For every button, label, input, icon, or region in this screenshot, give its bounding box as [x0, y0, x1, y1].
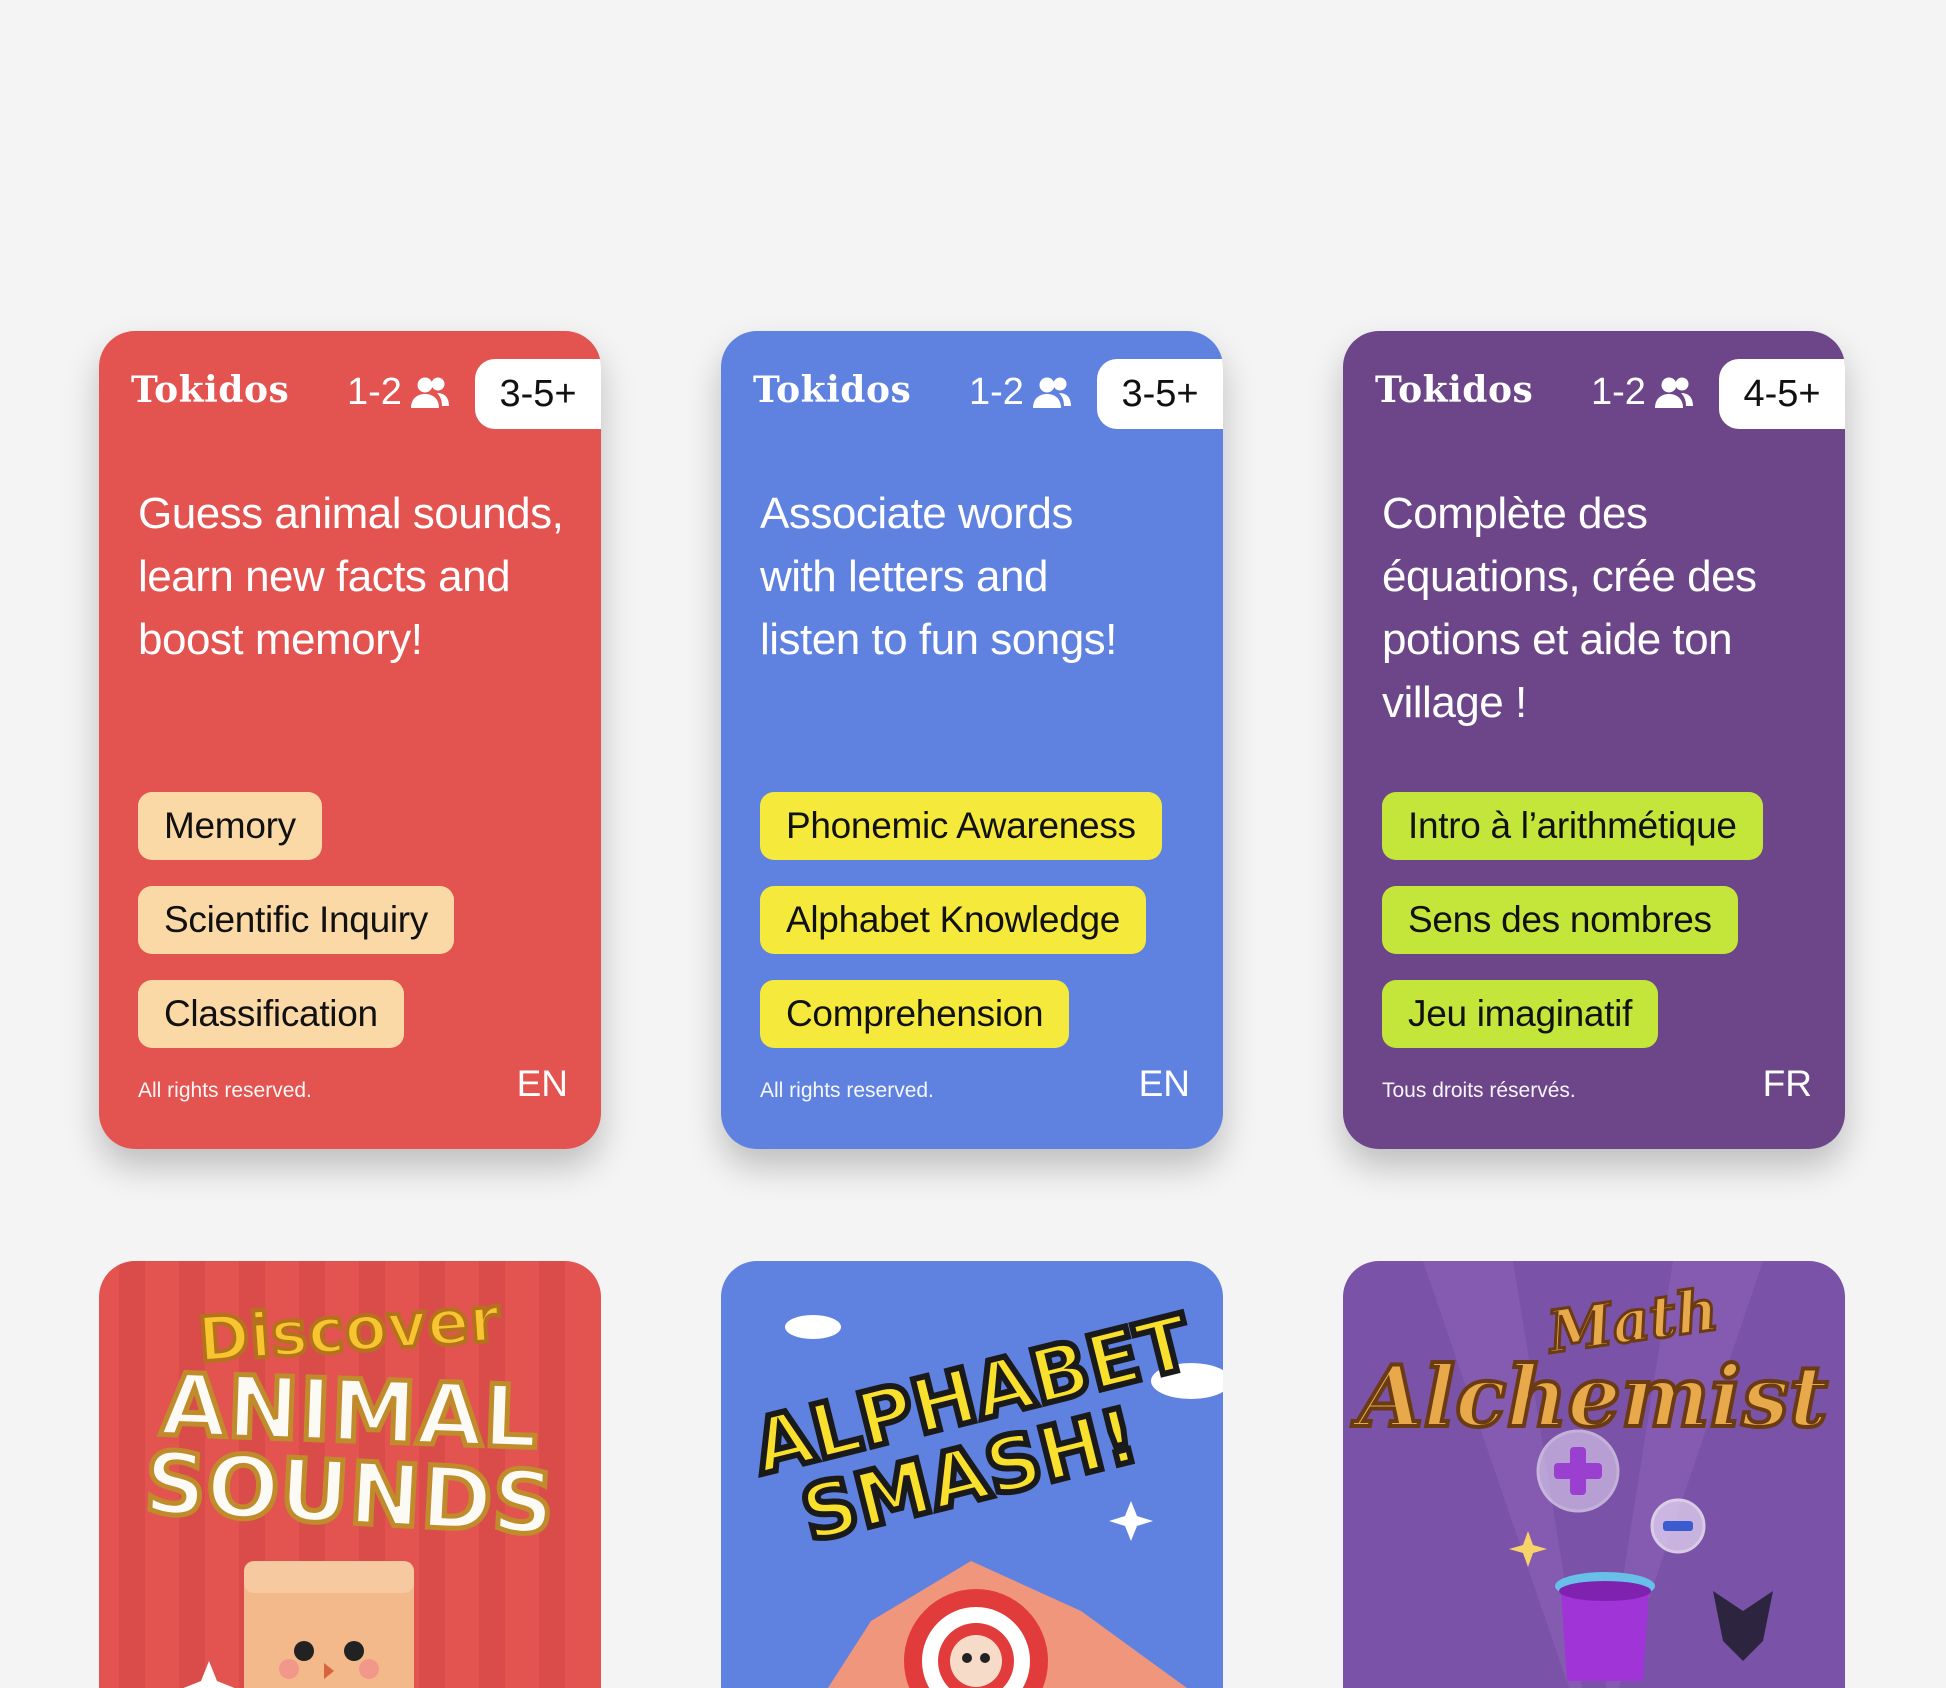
- cover-art-alphabet-smash[interactable]: ALPHABET SMASH!: [721, 1261, 1223, 1688]
- skill-tag: Sens des nombres: [1382, 886, 1738, 954]
- rights-notice: Tous droits réservés.: [1382, 1079, 1576, 1102]
- player-count: 1-2: [347, 371, 450, 414]
- card-header: Tokidos 1-2 4-5+: [1343, 359, 1845, 429]
- cover-illustration: Discover ANIMAL SOUNDS: [119, 1261, 565, 1688]
- card-header: Tokidos 1-2 3-5+: [721, 359, 1223, 429]
- skill-tag: Alphabet Knowledge: [760, 886, 1147, 954]
- card-description: Associate words with letters and listen …: [760, 489, 1117, 664]
- cover-illustration: Math Alchemist: [1349, 1261, 1830, 1688]
- game-cards-sheet: Tokidos 1-2 3-5+ Guess animal sounds, le…: [0, 0, 1946, 1688]
- skill-tag: Memory: [138, 792, 322, 860]
- cauldron-illustration: [1555, 1572, 1655, 1681]
- target-character-illustration: [827, 1561, 1187, 1688]
- player-count-label: 1-2: [347, 371, 402, 413]
- skill-tag: Phonemic Awareness: [760, 792, 1162, 860]
- language-code: EN: [1138, 1063, 1190, 1104]
- language-code: EN: [516, 1063, 568, 1104]
- skill-tag: Classification: [138, 980, 404, 1048]
- language-code: FR: [1762, 1063, 1812, 1104]
- game-card-math-alchemist[interactable]: Tokidos 1-2 4-5+ Complète des équations,…: [1343, 331, 1845, 1149]
- age-badge: 4-5+: [1719, 359, 1845, 429]
- skill-tags: Phonemic Awareness Alphabet Knowledge Co…: [760, 792, 1162, 1074]
- people-icon: [1032, 377, 1071, 408]
- cover-art-animal-sounds[interactable]: Discover ANIMAL SOUNDS: [99, 1261, 601, 1688]
- cover-illustration: ALPHABET SMASH!: [741, 1294, 1223, 1688]
- minus-bubble-icon: [1650, 1498, 1706, 1554]
- brand-logo: Tokidos: [1375, 369, 1534, 411]
- brand-logo: Tokidos: [753, 369, 912, 411]
- skill-tags: Intro à l’arithmétique Sens des nombres …: [1382, 792, 1763, 1074]
- skill-tag: Scientific Inquiry: [138, 886, 454, 954]
- rights-notice: All rights reserved.: [138, 1079, 312, 1102]
- card-header: Tokidos 1-2 3-5+: [99, 359, 601, 429]
- plus-bubble-icon: [1536, 1429, 1620, 1513]
- people-icon: [1654, 377, 1693, 408]
- player-count: 1-2: [1591, 371, 1694, 414]
- skill-tag: Comprehension: [760, 980, 1070, 1048]
- cover-art-math-alchemist[interactable]: Math Alchemist: [1343, 1261, 1845, 1688]
- card-description: Complète des équations, crée des potions…: [1382, 489, 1757, 727]
- brand-logo: Tokidos: [131, 369, 290, 411]
- card-description: Guess animal sounds, learn new facts and…: [138, 489, 564, 664]
- skill-tags: Memory Scientific Inquiry Classification: [138, 792, 454, 1074]
- age-badge: 3-5+: [475, 359, 601, 429]
- people-icon: [410, 377, 449, 408]
- player-count-label: 1-2: [969, 371, 1024, 413]
- box-character-illustration: [244, 1561, 414, 1688]
- player-count-label: 1-2: [1591, 371, 1646, 413]
- rights-notice: All rights reserved.: [760, 1079, 934, 1102]
- game-card-animal-sounds[interactable]: Tokidos 1-2 3-5+ Guess animal sounds, le…: [99, 331, 601, 1149]
- skill-tag: Jeu imaginatif: [1382, 980, 1659, 1048]
- player-count: 1-2: [969, 371, 1072, 414]
- age-badge: 3-5+: [1097, 359, 1223, 429]
- skill-tag: Intro à l’arithmétique: [1382, 792, 1763, 860]
- game-card-alphabet-smash[interactable]: Tokidos 1-2 3-5+ Associate words with le…: [721, 331, 1223, 1149]
